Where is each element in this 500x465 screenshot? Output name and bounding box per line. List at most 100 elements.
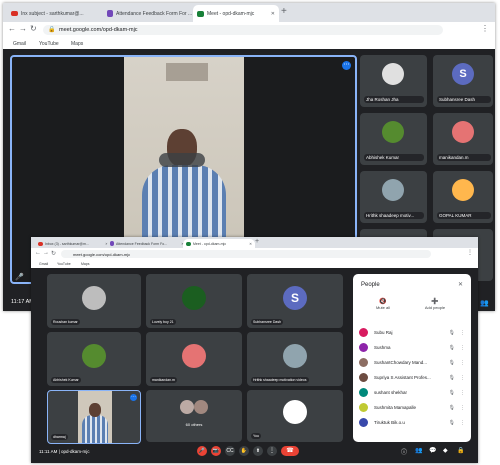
bookmark-maps[interactable]: Maps (81, 262, 90, 266)
more-vert-icon[interactable]: ⋮ (460, 390, 465, 396)
raise-hand-button[interactable]: ✋ (239, 446, 249, 456)
more-vert-icon[interactable]: ⋮ (460, 360, 465, 366)
present-button[interactable]: ⬆ (253, 446, 263, 456)
person-name: Supriya S Assistant Profes... (374, 375, 431, 380)
participant-tile[interactable]: Roushan kumar (47, 274, 141, 328)
participant-name: Subhansree Dash (437, 96, 491, 103)
people-list-item[interactable]: Sushmita Mamapalle 🎙 ⋮ (359, 403, 465, 412)
people-icon[interactable]: 👥 (480, 299, 489, 307)
bookmark-youtube[interactable]: YouTube (57, 262, 71, 266)
participant-name: Jha Roshan Jha (364, 96, 424, 103)
new-tab-button[interactable]: + (281, 6, 287, 17)
participant-tile[interactable]: GOPAL KUMAR (433, 171, 493, 223)
more-vert-icon[interactable]: ⋮ (460, 330, 465, 336)
participant-tile[interactable]: manikandan.m (433, 113, 493, 165)
info-icon[interactable]: ⓘ (401, 447, 407, 456)
add-people-label: Add people (424, 305, 446, 310)
forward-arrow-icon[interactable]: → (43, 250, 49, 256)
close-icon[interactable]: ✕ (271, 11, 275, 17)
menu-icon[interactable]: ⋮ (481, 24, 489, 33)
more-vert-icon[interactable]: ⋮ (460, 345, 465, 351)
more-options-button[interactable]: ⋮ (267, 446, 277, 456)
reload-icon[interactable]: ↻ (51, 250, 56, 257)
activities-icon[interactable]: ◆ (443, 447, 448, 454)
bookmark-youtube[interactable]: YouTube (39, 41, 59, 47)
tab-label: Attendance Feedback Form For ... (116, 10, 193, 17)
bookmark-gmail[interactable]: Gmail (39, 262, 48, 266)
tab-label: Meet - opd-dkam-mjc (193, 241, 227, 246)
url-field[interactable]: 🔒 meet.google.com/opd-dkam-mjc (43, 25, 443, 35)
mic-off-icon: 🎙 (448, 419, 455, 426)
people-list-item[interactable]: SushantChowdary Mand... 🎙 ⋮ (359, 358, 465, 367)
avatar (359, 328, 368, 337)
forward-arrow-icon[interactable]: → (19, 24, 27, 33)
person-name: sushant shekhar (374, 390, 408, 395)
participant-tile[interactable]: S Subhansree Dash (247, 274, 343, 328)
participant-tile[interactable]: Lovely boy 21 (146, 274, 242, 328)
reload-icon[interactable]: ↻ (30, 24, 37, 33)
front-browser-window: Inbox (3) - sarthkumar@m... ✕ Attendance… (31, 237, 478, 463)
more-vert-icon[interactable]: ⋮ (460, 375, 465, 381)
others-tile[interactable]: 60 others (146, 390, 242, 442)
mic-off-icon: 🎙 (448, 359, 455, 366)
bookmark-maps[interactable]: Maps (71, 41, 83, 47)
address-bar-row: ← → ↻ 🔒 meet.google.com/opd-dkam-mjc ⋮ (3, 22, 495, 38)
new-tab-button[interactable]: + (255, 238, 259, 245)
person-name: Sushma (374, 345, 391, 350)
person-name: Subu Raj (374, 330, 393, 335)
participant-tile[interactable]: You (247, 390, 343, 442)
people-list-item[interactable]: Sushma 🎙 ⋮ (359, 343, 465, 352)
back-arrow-icon[interactable]: ← (35, 250, 41, 256)
people-list-item[interactable]: Tiruktuk Bik.o.u 🎙 ⋮ (359, 418, 465, 427)
tab-meet[interactable]: Meet - opd-dkam-mjc ✕ (183, 239, 255, 248)
add-people-button[interactable]: ➕ Add people (415, 298, 455, 310)
more-vert-icon[interactable]: ⋮ (460, 405, 465, 411)
self-video-tile[interactable]: ⋯ dharmaj (47, 390, 141, 444)
lock-icon[interactable]: 🔒 (457, 447, 464, 454)
avatar (180, 400, 194, 414)
back-arrow-icon[interactable]: ← (8, 24, 16, 33)
participant-tile[interactable]: Jha Roshan Jha (360, 55, 427, 107)
participant-name: Hrithk shaadeep motiv... (364, 212, 424, 219)
mic-button[interactable]: 🎤 (197, 446, 207, 456)
menu-icon[interactable]: ⋮ (467, 249, 473, 256)
panel-title: People (361, 282, 380, 288)
person-name: SushantChowdary Mand... (374, 360, 428, 365)
mute-all-button[interactable]: 🔇 Mute all (365, 298, 401, 310)
forms-icon (107, 10, 113, 17)
people-list-item[interactable]: sushant shekhar 🎙 ⋮ (359, 388, 465, 397)
tab-gmail[interactable]: Inbox (3) - sarthkumar@m... ✕ (35, 239, 111, 248)
participant-tile[interactable]: Hrithk shaadeep motivation videos (247, 332, 343, 386)
chat-icon[interactable]: 💬 (429, 447, 436, 454)
mic-off-icon: 🎙 (448, 374, 455, 381)
close-icon[interactable]: ✕ (458, 281, 463, 288)
end-call-button[interactable]: ☎ (281, 446, 299, 456)
participant-name: Roushan kumar (51, 319, 80, 325)
more-options-icon[interactable]: ⋯ (130, 394, 137, 401)
participant-name: dharmaj (51, 434, 68, 440)
more-vert-icon[interactable]: ⋮ (460, 420, 465, 426)
close-icon[interactable]: ✕ (249, 242, 252, 246)
people-list-item[interactable]: Supriya S Assistant Profes... 🎙 ⋮ (359, 373, 465, 382)
tab-gmail[interactable]: Inx subject - sarthkumar@... ✕ (7, 5, 111, 22)
people-icon[interactable]: 👥 (415, 447, 422, 454)
tab-meet[interactable]: Meet - opd-dkam-mjc ✕ (193, 5, 279, 22)
participant-tile[interactable]: manikandan.m (146, 332, 242, 386)
video-controls-overlay[interactable] (159, 153, 205, 167)
participant-tile[interactable]: Abhishek Kumar (360, 113, 427, 165)
participant-tile[interactable]: Hrithk shaadeep motiv... (360, 171, 427, 223)
bookmark-gmail[interactable]: Gmail (13, 41, 26, 47)
captions-button[interactable]: CC (225, 446, 235, 456)
participant-tile[interactable]: Abhishek Kumar (47, 332, 141, 386)
participant-tile[interactable]: S Subhansree Dash (433, 55, 493, 107)
avatar (452, 179, 474, 201)
url-field[interactable]: meet.google.com/opd-dkam-mjc (61, 250, 431, 258)
tab-label: Attendance Feedback Form Fo... (116, 241, 168, 246)
camera-button[interactable]: 📷 (211, 446, 221, 456)
tab-strip: Inx subject - sarthkumar@... ✕ Attendanc… (3, 3, 495, 22)
people-list-item[interactable]: Subu Raj 🎙 ⋮ (359, 328, 465, 337)
avatar (382, 179, 404, 201)
tab-forms[interactable]: Attendance Feedback Form For ... ✕ (103, 5, 201, 22)
more-options-icon[interactable]: ⋯ (342, 61, 351, 70)
tab-forms[interactable]: Attendance Feedback Form Fo... ✕ (107, 239, 187, 248)
